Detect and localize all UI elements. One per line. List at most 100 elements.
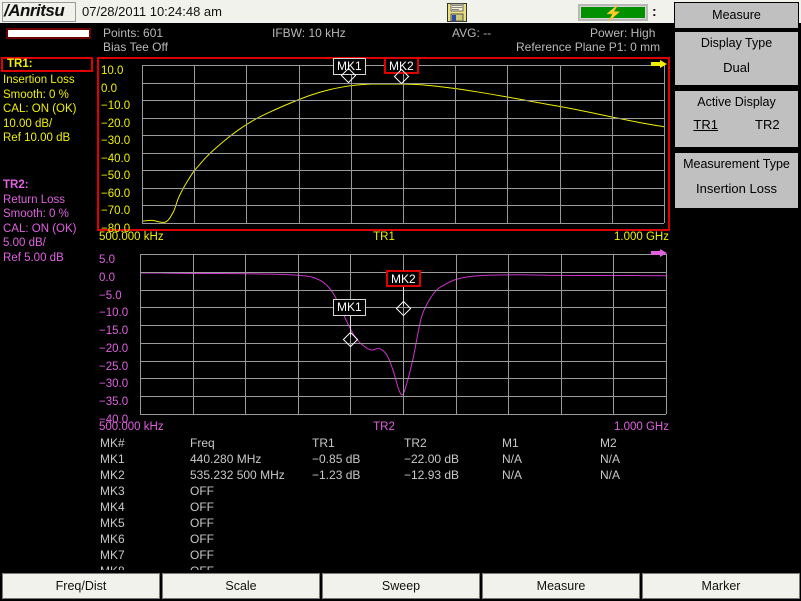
function-key-marker[interactable]: Marker <box>642 573 800 599</box>
table-row[interactable]: MK6 OFF <box>100 532 660 548</box>
gridline-vertical <box>142 65 143 223</box>
function-key-sweep[interactable]: Sweep <box>322 573 480 599</box>
marker-table-cell: −12.93 dB <box>404 468 460 482</box>
trace2-marker-1-label[interactable]: MK1 <box>333 299 366 316</box>
status-points: Points: 601 <box>103 26 164 40</box>
marker-table-cell <box>404 532 502 548</box>
marker-table-cell <box>600 516 660 532</box>
status-bias-tee: Bias Tee Off <box>103 40 168 54</box>
marker-table-cell: 535.232 500 MHz <box>190 468 285 482</box>
marker-table-header-cell: MK# <box>100 436 125 450</box>
marker-table-cell: MK5 <box>100 516 125 530</box>
marker-table-header-cell: M1 <box>502 436 519 450</box>
marker-table-cell <box>600 532 660 548</box>
trace2-cal: CAL: ON (OK) <box>3 222 77 235</box>
softkey-panel: Measure Display Type Dual Active Display… <box>674 0 801 570</box>
trace2-graph[interactable]: 5.0 0.0 −5.0 −10.0 −15.0 −20.0 −25.0 −30.0 −35.0… <box>97 248 670 426</box>
marker-table-cell: MK1 <box>100 452 125 466</box>
function-key-bar: Freq/Dist Scale Sweep Measure Marker <box>0 570 801 601</box>
table-row[interactable]: MK2 535.232 500 MHz −1.23 dB −12.93 dB N/A N/… <box>100 468 660 484</box>
softkey-active-display-tr1[interactable]: TR1 <box>677 117 735 132</box>
trace1-x-axis: 500.000 kHz TR1 1.000 GHz <box>99 231 669 245</box>
softkey-active-display-title: Active Display <box>697 95 776 109</box>
battery-bolt-icon: ⚡ <box>604 5 623 22</box>
marker-table-cell <box>312 548 404 564</box>
gridline-vertical <box>140 254 141 414</box>
marker-table-cell <box>404 548 502 564</box>
y-axis-tick-label: −60.0 <box>101 187 131 200</box>
save-floppy-icon[interactable] <box>447 3 467 22</box>
gridline-vertical <box>507 65 509 223</box>
marker-table-cell: OFF <box>190 532 214 546</box>
table-row[interactable]: MK4 OFF <box>100 500 660 516</box>
trace1-x-stop: 1.000 GHz <box>614 231 669 243</box>
marker-table-cell: N/A <box>502 452 523 466</box>
gridline-vertical <box>297 254 299 414</box>
softkey-display-type[interactable]: Display Type Dual <box>674 31 799 86</box>
trace1-info-panel[interactable]: Insertion Loss Smooth: 0 % CAL: ON (OK) … <box>3 58 76 146</box>
marker-table-cell: MK2 <box>100 468 125 482</box>
marker-table-grid: MK# Freq TR1 TR2 M1 M2 MK1 440.280 MHz −0.… <box>100 436 660 580</box>
table-row[interactable]: MK7 OFF <box>100 548 660 564</box>
table-row[interactable]: MK1 440.280 MHz −0.85 dB −22.00 dB N/A N/A <box>100 452 660 468</box>
gridline-vertical <box>559 65 561 223</box>
trace2-scale: 5.00 dB/ <box>3 237 46 249</box>
y-axis-tick-label: 10.0 <box>101 65 124 77</box>
gridline-vertical <box>298 65 300 223</box>
function-key-scale[interactable]: Scale <box>162 573 320 599</box>
softkey-menu-title[interactable]: Measure <box>674 2 799 29</box>
gridline-vertical <box>246 65 248 223</box>
status-reference-plane: Reference Plane P1: 0 mm <box>516 40 661 54</box>
marker-table-cell: MK6 <box>100 532 125 546</box>
trace1-graph[interactable]: 10.0 0.0 −10.0 −20.0 −30.0 −40.0 −50.0 −60.0 −70… <box>97 57 670 235</box>
marker-table-cell: N/A <box>600 452 621 466</box>
limit-status-bar <box>6 28 91 39</box>
softkey-active-display-options: TR1 TR2 <box>675 117 798 132</box>
status-power: Power: High <box>590 26 656 40</box>
trace1-plot-area[interactable] <box>142 65 665 224</box>
table-row[interactable]: MK3 OFF <box>100 484 660 500</box>
trace2-y-axis-labels: 5.0 0.0 −5.0 −10.0 −15.0 −20.0 −25.0 −30.0 −35.0… <box>99 248 143 426</box>
trace2-sweep-arrow <box>651 249 667 258</box>
y-axis-tick-label: −30.0 <box>99 378 129 391</box>
marker-table-cell <box>502 548 600 564</box>
marker-table-header-cell: TR2 <box>404 436 427 450</box>
function-key-measure[interactable]: Measure <box>482 573 640 599</box>
marker-table-cell: OFF <box>190 548 214 562</box>
trace2-info-panel[interactable]: TR2: Return Loss Smooth: 0 % CAL: ON (OK… <box>3 178 76 265</box>
trace2-x-axis: 500.000 kHz TR2 1.000 GHz <box>99 421 669 435</box>
trace2-marker-2-label[interactable]: MK2 <box>386 270 421 287</box>
anritsu-logo: /Anritsu <box>4 1 65 20</box>
gridline-horizontal <box>142 223 664 224</box>
y-axis-tick-label: 0.0 <box>99 271 115 284</box>
trace1-cal: CAL: ON (OK) <box>3 103 77 115</box>
marker-table-cell: N/A <box>502 468 523 482</box>
softkey-measurement-type-title: Measurement Type <box>683 157 790 171</box>
marker-table-cell: −1.23 dB <box>312 468 361 482</box>
trace1-smooth: Smooth: 0 % <box>3 88 69 101</box>
softkey-measurement-type[interactable]: Measurement Type Insertion Loss <box>674 152 799 209</box>
y-axis-tick-label: 0.0 <box>101 82 117 95</box>
function-key-freq-dist[interactable]: Freq/Dist <box>2 573 160 599</box>
marker-table-cell: 440.280 MHz <box>190 452 262 466</box>
trace2-title: TR2: <box>3 179 29 191</box>
table-row[interactable]: MK5 OFF <box>100 516 660 532</box>
marker-table-cell: MK7 <box>100 548 125 562</box>
gridline-vertical <box>194 65 196 223</box>
gridline-horizontal <box>140 414 666 415</box>
marker-table-header-cell: Freq <box>190 436 215 450</box>
y-axis-tick-label: −35.0 <box>99 396 129 409</box>
marker-table-cell: MK4 <box>100 500 125 514</box>
marker-table-cell: OFF <box>190 500 214 514</box>
softkey-active-display-tr2[interactable]: TR2 <box>738 117 796 132</box>
gridline-vertical <box>403 65 404 223</box>
marker-table-cell <box>312 532 404 548</box>
trace1-measurement: Insertion Loss <box>3 74 75 86</box>
vna-screen: /Anritsu 07/28/2011 10:24:48 am ⚡ : Poin… <box>0 0 801 601</box>
battery-charging-icon: ⚡ <box>578 4 648 22</box>
y-axis-tick-label: −25.0 <box>99 360 129 373</box>
trace2-smooth: Smooth: 0 % <box>3 208 69 220</box>
marker-table-cell <box>312 500 404 516</box>
softkey-active-display[interactable]: Active Display TR1 TR2 <box>674 90 799 148</box>
trace1-x-title: TR1 <box>373 231 395 243</box>
